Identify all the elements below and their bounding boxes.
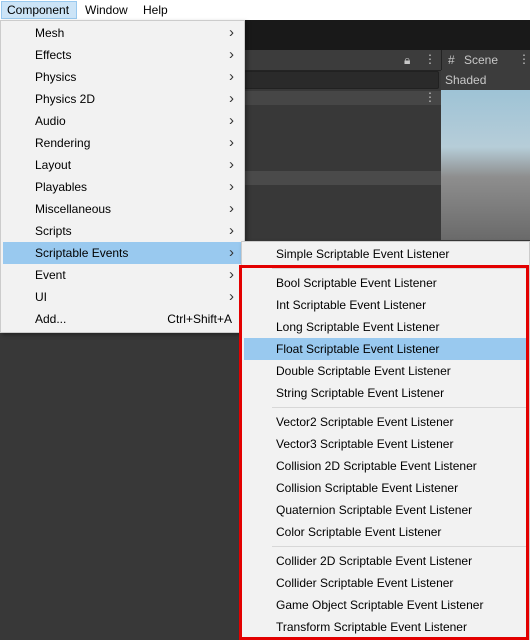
chevron-right-icon: ›: [229, 46, 234, 63]
chevron-right-icon: ›: [229, 90, 234, 107]
menu-item-label: Collider 2D Scriptable Event Listener: [276, 554, 473, 568]
chevron-right-icon: ›: [229, 200, 234, 217]
chevron-right-icon: ›: [229, 68, 234, 85]
inspector-header: 🔒︎ ⋮: [238, 50, 441, 71]
menu-item-vector2-scriptable-event-listener[interactable]: Vector2 Scriptable Event Listener: [244, 411, 527, 433]
menu-item-label: Layout: [35, 158, 72, 172]
chevron-right-icon: ›: [229, 134, 234, 151]
scriptable-events-submenu: Simple Scriptable Event Listener Bool Scr…: [241, 241, 530, 640]
chevron-right-icon: ›: [229, 288, 234, 305]
menu-item-label: Physics: [35, 70, 77, 84]
menu-item-playables[interactable]: Playables ›: [3, 176, 242, 198]
menu-item-label: Scripts: [35, 224, 72, 238]
component-dropdown-menu: Mesh › Effects › Physics › Physics 2D › Audio › Re…: [0, 20, 245, 333]
scene-tab-label: Scene: [464, 53, 499, 67]
menu-item-game-object-scriptable-event-listener[interactable]: Game Object Scriptable Event Listener: [244, 594, 527, 616]
menu-item-label: Playables: [35, 180, 88, 194]
menu-item-color-scriptable-event-listener[interactable]: Color Scriptable Event Listener: [244, 521, 527, 543]
menu-item-label: Int Scriptable Event Listener: [276, 298, 427, 312]
menu-help[interactable]: Help: [138, 1, 173, 19]
menu-item-label: Game Object Scriptable Event Listener: [276, 598, 484, 612]
menu-item-label: Event: [35, 268, 66, 282]
menu-item-label: Transform Scriptable Event Listener: [276, 620, 467, 634]
inspector-row: [238, 171, 441, 185]
menu-item-simple-scriptable-event-listener[interactable]: Simple Scriptable Event Listener: [244, 243, 527, 265]
menu-item-layout[interactable]: Layout ›: [3, 154, 242, 176]
menu-item-collision-scriptable-event-listener[interactable]: Collision Scriptable Event Listener: [244, 477, 527, 499]
scene-toolbar: Shaded: [441, 70, 530, 90]
menu-item-transform-scriptable-event-listener[interactable]: Transform Scriptable Event Listener: [244, 616, 527, 638]
menu-item-label: String Scriptable Event Listener: [276, 386, 445, 400]
component-options-icon[interactable]: ⋮: [424, 90, 436, 104]
menu-item-vector3-scriptable-event-listener[interactable]: Vector3 Scriptable Event Listener: [244, 433, 527, 455]
menu-item-label: Scriptable Events: [35, 246, 129, 260]
menu-item-label: Rendering: [35, 136, 91, 150]
menu-item-event[interactable]: Event ›: [3, 264, 242, 286]
menu-item-label: Quaternion Scriptable Event Listener: [276, 503, 473, 517]
menu-item-string-scriptable-event-listener[interactable]: String Scriptable Event Listener: [244, 382, 527, 404]
menu-item-shortcut: Ctrl+Shift+A: [167, 312, 232, 326]
menu-item-label: Add...: [35, 312, 67, 326]
menu-item-label: Miscellaneous: [35, 202, 112, 216]
kebab-menu-icon[interactable]: ⋮: [424, 52, 436, 66]
menu-item-add[interactable]: Add... Ctrl+Shift+A: [3, 308, 242, 330]
tab-scene[interactable]: # Scene ⋮: [441, 50, 530, 70]
menu-item-label: Double Scriptable Event Listener: [276, 364, 451, 378]
scene-viewport[interactable]: [441, 90, 530, 240]
menu-item-collider-scriptable-event-listener[interactable]: Collider Scriptable Event Listener: [244, 572, 527, 594]
menu-item-label: Simple Scriptable Event Listener: [276, 247, 450, 261]
menu-item-effects[interactable]: Effects ›: [3, 44, 242, 66]
chevron-right-icon: ›: [229, 112, 234, 129]
menu-item-label: Vector2 Scriptable Event Listener: [276, 415, 454, 429]
menu-item-bool-scriptable-event-listener[interactable]: Bool Scriptable Event Listener: [244, 272, 527, 294]
menu-item-quaternion-scriptable-event-listener[interactable]: Quaternion Scriptable Event Listener: [244, 499, 527, 521]
chevron-right-icon: ›: [229, 222, 234, 239]
menu-item-label: Effects: [35, 48, 72, 62]
menu-item-collision-2d-scriptable-event-listener[interactable]: Collision 2D Scriptable Event Listener: [244, 455, 527, 477]
menu-item-label: Mesh: [35, 26, 65, 40]
menu-item-audio[interactable]: Audio ›: [3, 110, 242, 132]
menu-item-label: Color Scriptable Event Listener: [276, 525, 442, 539]
menu-component[interactable]: Component: [1, 1, 77, 19]
menu-item-miscellaneous[interactable]: Miscellaneous ›: [3, 198, 242, 220]
menu-item-label: Float Scriptable Event Listener: [276, 342, 440, 356]
kebab-menu-icon[interactable]: ⋮: [518, 52, 530, 66]
menu-separator: [272, 546, 527, 547]
menu-bar: Component Window Help: [0, 0, 530, 20]
lock-icon[interactable]: 🔒︎: [404, 53, 410, 68]
menu-item-label: Vector3 Scriptable Event Listener: [276, 437, 454, 451]
menu-item-label: Collision Scriptable Event Listener: [276, 481, 459, 495]
menu-window[interactable]: Window: [80, 1, 133, 19]
menu-item-label: Bool Scriptable Event Listener: [276, 276, 437, 290]
menu-item-double-scriptable-event-listener[interactable]: Double Scriptable Event Listener: [244, 360, 527, 382]
menu-item-physics[interactable]: Physics ›: [3, 66, 242, 88]
menu-item-label: Physics 2D: [35, 92, 96, 106]
menu-separator: [272, 407, 527, 408]
menu-item-physics-2d[interactable]: Physics 2D ›: [3, 88, 242, 110]
menu-item-label: Audio: [35, 114, 66, 128]
menu-item-rendering[interactable]: Rendering ›: [3, 132, 242, 154]
menu-item-label: UI: [35, 290, 47, 304]
chevron-right-icon: ›: [229, 24, 234, 41]
menu-item-int-scriptable-event-listener[interactable]: Int Scriptable Event Listener: [244, 294, 527, 316]
menu-item-ui[interactable]: UI ›: [3, 286, 242, 308]
chevron-right-icon: ›: [229, 244, 234, 261]
menu-item-float-scriptable-event-listener[interactable]: Float Scriptable Event Listener: [244, 338, 527, 360]
inspector-component-row: ⋮: [238, 90, 441, 105]
menu-item-scripts[interactable]: Scripts ›: [3, 220, 242, 242]
chevron-right-icon: ›: [229, 266, 234, 283]
chevron-right-icon: ›: [229, 156, 234, 173]
menu-item-scriptable-events[interactable]: Scriptable Events ›: [3, 242, 242, 264]
menu-item-label: Collider Scriptable Event Listener: [276, 576, 454, 590]
menu-item-label: Long Scriptable Event Listener: [276, 320, 440, 334]
chevron-right-icon: ›: [229, 178, 234, 195]
menu-separator: [272, 268, 527, 269]
menu-item-label: Collision 2D Scriptable Event Listener: [276, 459, 477, 473]
menu-item-collider-2d-scriptable-event-listener[interactable]: Collider 2D Scriptable Event Listener: [244, 550, 527, 572]
menu-item-long-scriptable-event-listener[interactable]: Long Scriptable Event Listener: [244, 316, 527, 338]
shading-mode-dropdown[interactable]: Shaded: [445, 73, 486, 87]
hash-grid-icon: #: [448, 53, 455, 67]
inspector-search-field[interactable]: [244, 71, 439, 89]
menu-item-mesh[interactable]: Mesh ›: [3, 22, 242, 44]
